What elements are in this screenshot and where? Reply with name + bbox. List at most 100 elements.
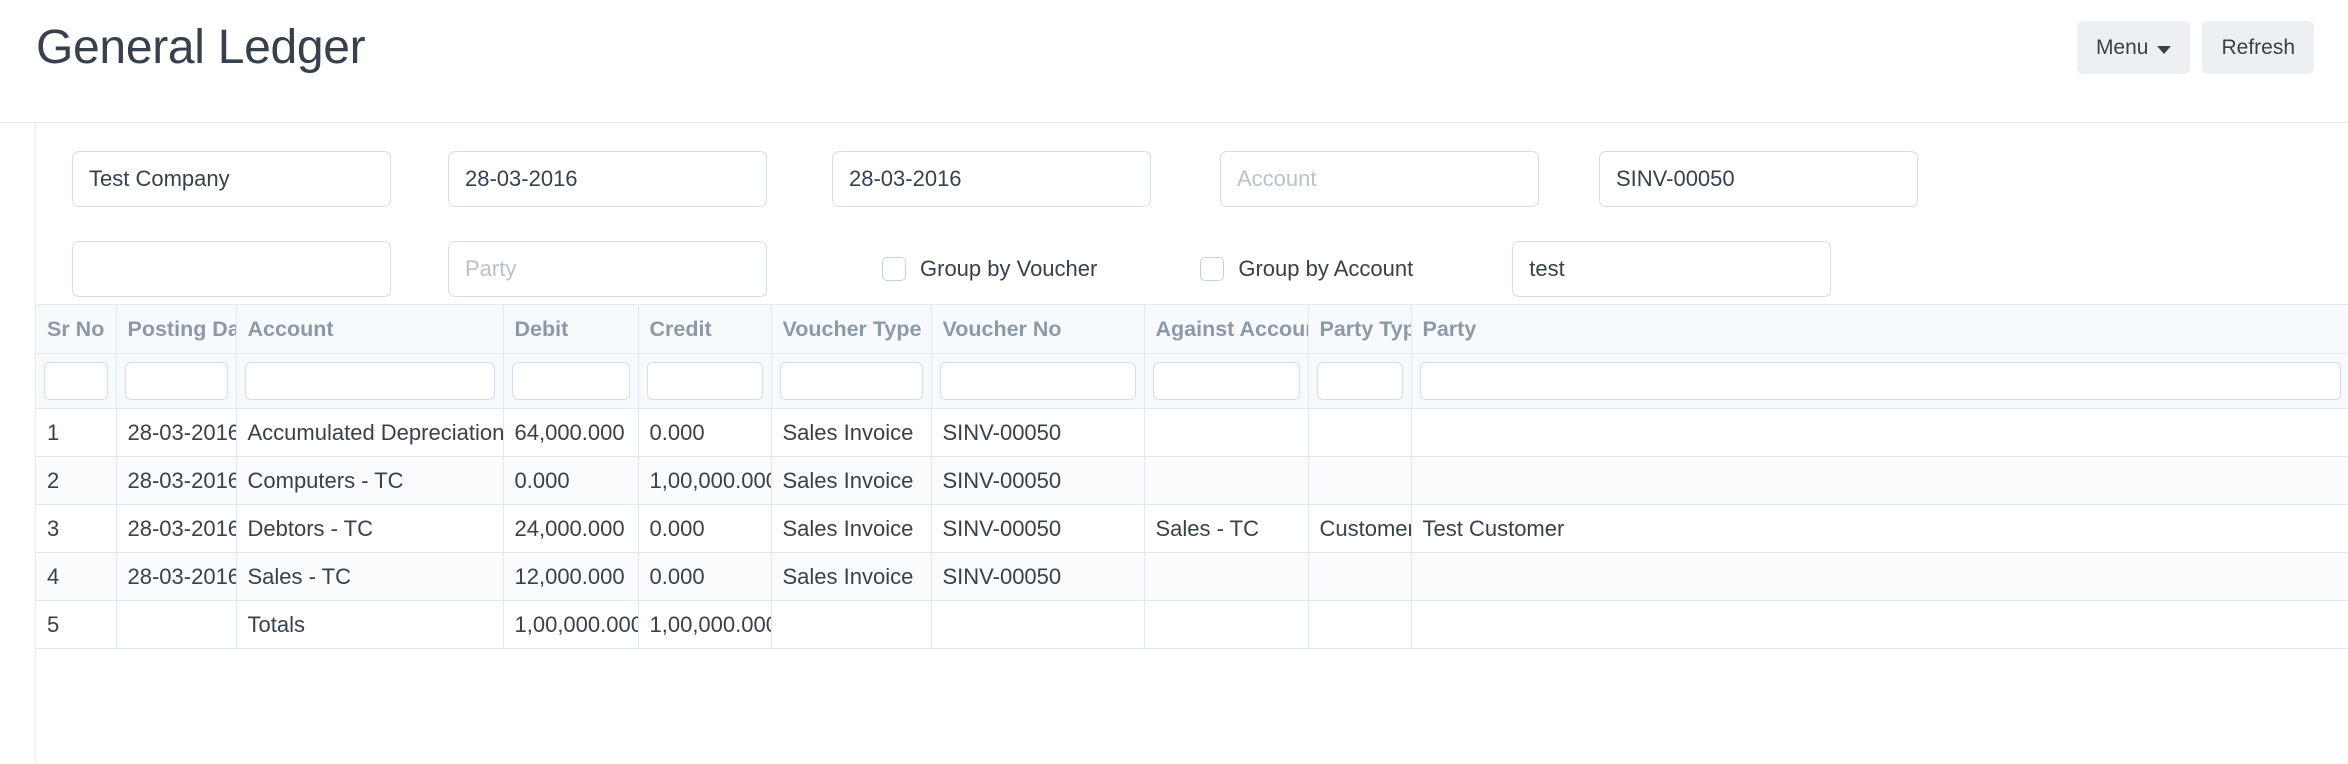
column-header-party[interactable]: Party bbox=[1411, 305, 2348, 354]
blank-filter-input[interactable] bbox=[72, 241, 391, 297]
cell-posting-date: 28-03-2016 bbox=[116, 505, 236, 553]
table-header: Sr No Posting Date Account Debit Credit … bbox=[36, 305, 2348, 354]
table-row[interactable]: 1 28-03-2016 Accumulated Depreciation - … bbox=[36, 409, 2348, 457]
cell-debit: 24,000.000 bbox=[503, 505, 638, 553]
cell-credit: 0.000 bbox=[638, 409, 771, 457]
table-row[interactable]: 4 28-03-2016 Sales - TC 12,000.000 0.000… bbox=[36, 553, 2348, 601]
column-filter-input-credit[interactable] bbox=[647, 362, 763, 400]
cell-voucher-no: SINV-00050 bbox=[931, 457, 1144, 505]
cell-against-account: Sales - TC bbox=[1144, 505, 1308, 553]
cell-party bbox=[1411, 409, 2348, 457]
column-filter-cell-voucher-type bbox=[771, 354, 931, 409]
cell-party-type bbox=[1308, 601, 1411, 649]
column-header-account[interactable]: Account bbox=[236, 305, 503, 354]
from-date-filter-input[interactable] bbox=[448, 151, 767, 207]
group-by-voucher-label: Group by Voucher bbox=[920, 256, 1097, 282]
column-filter-input-debit[interactable] bbox=[512, 362, 630, 400]
cell-voucher-no: SINV-00050 bbox=[931, 409, 1144, 457]
cell-credit: 0.000 bbox=[638, 505, 771, 553]
table-row[interactable]: 3 28-03-2016 Debtors - TC 24,000.000 0.0… bbox=[36, 505, 2348, 553]
cell-posting-date bbox=[116, 601, 236, 649]
cell-sr-no: 5 bbox=[36, 601, 116, 649]
column-filter-input-party-type[interactable] bbox=[1317, 362, 1403, 400]
cell-posting-date: 28-03-2016 bbox=[116, 457, 236, 505]
cell-account: Computers - TC bbox=[236, 457, 503, 505]
cell-debit: 12,000.000 bbox=[503, 553, 638, 601]
cell-sr-no: 3 bbox=[36, 505, 116, 553]
group-by-account-checkbox[interactable] bbox=[1200, 257, 1224, 281]
column-filter-input-account[interactable] bbox=[245, 362, 495, 400]
column-filter-input-voucher-type[interactable] bbox=[780, 362, 923, 400]
text-filter-input[interactable] bbox=[1512, 241, 1831, 297]
menu-button-label: Menu bbox=[2096, 22, 2149, 73]
cell-against-account bbox=[1144, 457, 1308, 505]
group-by-voucher-checkbox[interactable] bbox=[882, 257, 906, 281]
column-filter-input-voucher-no[interactable] bbox=[940, 362, 1136, 400]
table-header-row: Sr No Posting Date Account Debit Credit … bbox=[36, 305, 2348, 354]
column-header-posting-date[interactable]: Posting Date bbox=[116, 305, 236, 354]
group-by-voucher-checkbox-row[interactable]: Group by Voucher bbox=[882, 256, 1097, 282]
cell-party-type: Customer bbox=[1308, 505, 1411, 553]
voucher-no-filter-input[interactable] bbox=[1599, 151, 1918, 207]
company-filter-input[interactable] bbox=[72, 151, 391, 207]
cell-voucher-type bbox=[771, 601, 931, 649]
party-filter-input[interactable] bbox=[448, 241, 767, 297]
column-header-against-account[interactable]: Against Account bbox=[1144, 305, 1308, 354]
to-date-filter-input[interactable] bbox=[832, 151, 1151, 207]
chevron-down-icon bbox=[2157, 46, 2171, 54]
column-header-debit[interactable]: Debit bbox=[503, 305, 638, 354]
cell-account: Accumulated Depreciation - TC bbox=[236, 409, 503, 457]
table-row[interactable]: 2 28-03-2016 Computers - TC 0.000 1,00,0… bbox=[36, 457, 2348, 505]
cell-party-type bbox=[1308, 457, 1411, 505]
refresh-button[interactable]: Refresh bbox=[2202, 21, 2314, 74]
table-row-totals[interactable]: 5 Totals 1,00,000.000 1,00,000.000 bbox=[36, 601, 2348, 649]
cell-against-account bbox=[1144, 553, 1308, 601]
column-header-voucher-type[interactable]: Voucher Type bbox=[771, 305, 931, 354]
group-by-account-checkbox-row[interactable]: Group by Account bbox=[1200, 256, 1413, 282]
cell-voucher-type: Sales Invoice bbox=[771, 553, 931, 601]
cell-voucher-no: SINV-00050 bbox=[931, 505, 1144, 553]
column-filter-input-party[interactable] bbox=[1420, 362, 2341, 400]
filter-row-2: Group by Voucher Group by Account bbox=[72, 239, 2348, 299]
cell-posting-date: 28-03-2016 bbox=[116, 409, 236, 457]
column-filter-cell-party-type bbox=[1308, 354, 1411, 409]
header-actions: Menu Refresh bbox=[2077, 21, 2314, 74]
column-filter-input-sr-no[interactable] bbox=[44, 362, 108, 400]
column-header-voucher-no[interactable]: Voucher No bbox=[931, 305, 1144, 354]
cell-party bbox=[1411, 601, 2348, 649]
cell-party: Test Customer bbox=[1411, 505, 2348, 553]
column-filter-cell-party bbox=[1411, 354, 2348, 409]
cell-credit: 1,00,000.000 bbox=[638, 457, 771, 505]
cell-debit: 1,00,000.000 bbox=[503, 601, 638, 649]
column-filter-input-posting-date[interactable] bbox=[125, 362, 228, 400]
ledger-table-container: Sr No Posting Date Account Debit Credit … bbox=[35, 304, 2348, 764]
cell-voucher-type: Sales Invoice bbox=[771, 505, 931, 553]
cell-sr-no: 1 bbox=[36, 409, 116, 457]
page-title: General Ledger bbox=[36, 20, 365, 75]
cell-party bbox=[1411, 457, 2348, 505]
filter-row-1 bbox=[72, 149, 2348, 209]
column-header-sr-no[interactable]: Sr No bbox=[36, 305, 116, 354]
group-by-account-label: Group by Account bbox=[1238, 256, 1413, 282]
menu-button[interactable]: Menu bbox=[2077, 21, 2191, 74]
column-filter-cell-credit bbox=[638, 354, 771, 409]
cell-party bbox=[1411, 553, 2348, 601]
filter-panel: Group by Voucher Group by Account bbox=[35, 123, 2348, 304]
column-filter-row bbox=[36, 354, 2348, 409]
column-filter-cell-account bbox=[236, 354, 503, 409]
column-filter-cell-sr-no bbox=[36, 354, 116, 409]
cell-against-account bbox=[1144, 601, 1308, 649]
cell-account: Debtors - TC bbox=[236, 505, 503, 553]
account-filter-input[interactable] bbox=[1220, 151, 1539, 207]
cell-debit: 64,000.000 bbox=[503, 409, 638, 457]
column-header-party-type[interactable]: Party Type bbox=[1308, 305, 1411, 354]
cell-voucher-type: Sales Invoice bbox=[771, 409, 931, 457]
cell-sr-no: 2 bbox=[36, 457, 116, 505]
column-header-credit[interactable]: Credit bbox=[638, 305, 771, 354]
column-filter-input-against-account[interactable] bbox=[1153, 362, 1300, 400]
column-filter-cell-against-account bbox=[1144, 354, 1308, 409]
column-filter-cell-debit bbox=[503, 354, 638, 409]
cell-credit: 1,00,000.000 bbox=[638, 601, 771, 649]
cell-credit: 0.000 bbox=[638, 553, 771, 601]
cell-voucher-no bbox=[931, 601, 1144, 649]
